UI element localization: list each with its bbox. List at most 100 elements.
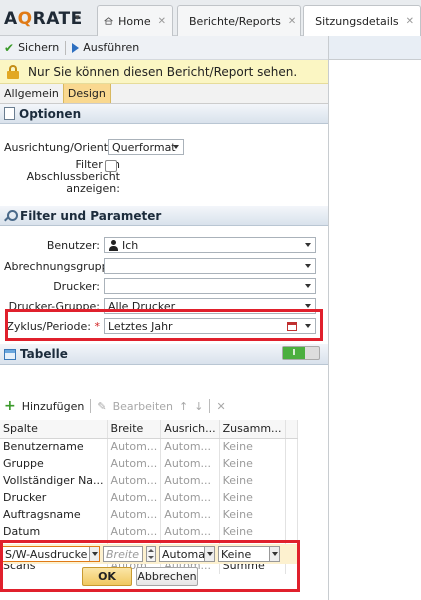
table-cell-name: Drucker (0, 489, 108, 506)
edit-column-button[interactable]: Bearbeiten (113, 400, 173, 413)
user-value: Ich (122, 238, 139, 252)
table-cell-name: Gruppe (0, 455, 108, 472)
table-cell-filler (285, 523, 299, 540)
pencil-icon: ✎ (97, 399, 107, 413)
table-cell-width: Autom... (107, 506, 162, 523)
tab-label: Berichte/Reports (189, 14, 281, 28)
orientation-label: Ausrichtung/Orientierung: (4, 140, 108, 154)
table-cell-width: Autom... (107, 438, 162, 455)
orientation-row: Ausrichtung/Orientierung: Querformat (0, 138, 328, 156)
close-icon[interactable]: ✕ (158, 16, 166, 27)
toolbar-divider (90, 399, 92, 413)
right-pane-header (329, 36, 421, 60)
user-icon (108, 239, 118, 251)
tab-reports[interactable]: Berichte/Reports ✕ (177, 5, 301, 36)
tab-label: Sitzungsdetails (315, 15, 399, 28)
column-header[interactable]: Ausrich... (160, 420, 220, 439)
tab-general[interactable]: Allgemein (0, 84, 63, 103)
toggle-on-label: I (283, 347, 305, 359)
edit-row-highlight (0, 540, 300, 592)
table-toggle[interactable]: I (282, 346, 320, 360)
table-row[interactable]: Benutzername Autom... Autom... Keine (0, 438, 299, 455)
cycle-period-highlight (5, 309, 323, 341)
table-section-header[interactable]: Tabelle I (0, 344, 328, 365)
billing-group-select[interactable] (104, 258, 316, 274)
user-filter-row: Benutzer: Ich (0, 237, 316, 253)
table-cell-align: Autom... (160, 438, 220, 455)
table-cell-align: Autom... (160, 523, 220, 540)
column-header[interactable]: Zusamm... (219, 420, 286, 439)
tab-home[interactable]: Home ✕ (97, 5, 173, 36)
table-cell-sum: Keine (219, 506, 286, 523)
add-column-button[interactable]: Hinzufügen (22, 400, 85, 413)
filter-label-line3: anzeigen: (66, 182, 120, 195)
table-cell-filler (285, 438, 299, 455)
search-icon (4, 209, 18, 222)
toolbar-divider (209, 399, 211, 413)
home-icon (104, 17, 113, 25)
table-cell-name: Auftragsname (0, 506, 108, 523)
table-cell-filler (285, 489, 299, 506)
arrow-down-icon[interactable]: ↓ (194, 400, 203, 413)
table-cell-align: Autom... (160, 472, 220, 489)
table-cell-width: Autom... (107, 455, 162, 472)
toolbar-divider (65, 40, 67, 55)
options-section-header[interactable]: Optionen (0, 104, 328, 124)
app-menu-caret-icon[interactable]: ▾ (75, 13, 80, 23)
app-logo[interactable]: AQRATE (4, 9, 83, 29)
run-button[interactable]: Ausführen (72, 41, 139, 54)
table-row[interactable]: Drucker Autom... Autom... Keine (0, 489, 299, 506)
user-label: Benutzer: (46, 238, 100, 252)
table-row[interactable]: Gruppe Autom... Autom... Keine (0, 455, 299, 472)
lock-icon (6, 64, 20, 79)
section-title: Optionen (19, 106, 82, 121)
chevron-down-icon (305, 243, 311, 247)
close-icon[interactable]: ✕ (406, 16, 414, 27)
chevron-down-icon (173, 145, 179, 149)
orientation-select[interactable]: Querformat (108, 139, 184, 155)
table-row[interactable]: Vollständiger Na... Autom... Autom... Keine (0, 472, 299, 489)
filters-section-header[interactable]: Filter und Parameter (0, 206, 328, 226)
column-header-filler (285, 420, 299, 439)
delete-icon[interactable]: ✕ (216, 400, 225, 413)
column-header[interactable]: Spalte (0, 420, 108, 439)
chevron-down-icon (305, 264, 311, 268)
editor-subtabs: Allgemein Design (0, 84, 328, 104)
table-cell-align: Autom... (160, 489, 220, 506)
filter-in-summary-checkbox[interactable] (105, 160, 117, 172)
printer-label: Drucker: (53, 279, 100, 293)
table-cell-width: Autom... (107, 472, 162, 489)
table-toolbar: + Hinzufügen ✎ Bearbeiten ↑ ↓ ✕ (0, 396, 328, 416)
printer-row: Drucker: (0, 278, 316, 294)
user-select[interactable]: Ich (104, 237, 316, 253)
table-cell-sum: Keine (219, 438, 286, 455)
save-label: Sichern (18, 41, 60, 54)
table-cell-filler (285, 506, 299, 523)
filter-in-summary-label: Filter im Abschlussbericht anzeigen: (0, 159, 120, 199)
table-cell-filler (285, 472, 299, 489)
table-cell-sum: Keine (219, 489, 286, 506)
table-row[interactable]: Auftragsname Autom... Autom... Keine (0, 506, 299, 523)
table-cell-filler (285, 455, 299, 472)
right-pane (328, 36, 421, 600)
column-header[interactable]: Breite (107, 420, 162, 439)
tab-design[interactable]: Design (62, 84, 111, 103)
table-row[interactable]: Datum Autom... Autom... Keine (0, 523, 299, 540)
table-cell-align: Autom... (160, 506, 220, 523)
table-cell-sum: Keine (219, 523, 286, 540)
billing-group-label: Abrechnungsgruppe: (4, 259, 104, 273)
table-cell-name: Vollständiger Na... (0, 472, 108, 489)
run-label: Ausführen (83, 41, 140, 54)
section-title: Filter und Parameter (20, 208, 162, 223)
section-title: Tabelle (20, 347, 68, 361)
save-button[interactable]: ✔ Sichern (4, 41, 59, 55)
arrow-up-icon[interactable]: ↑ (179, 400, 188, 413)
tab-session-details[interactable]: Sitzungsdetails ✕ (303, 5, 421, 37)
table-cell-width: Autom... (107, 489, 162, 506)
notice-text: Nur Sie können diesen Bericht/Report seh… (28, 64, 298, 79)
table-cell-sum: Keine (219, 455, 286, 472)
report-toolbar: ✔ Sichern Ausführen (0, 36, 328, 60)
printer-select[interactable] (104, 278, 316, 294)
close-icon[interactable]: ✕ (288, 16, 296, 27)
top-bar: AQRATE ▾ Home ✕ Berichte/Reports ✕ Sitzu… (0, 0, 421, 37)
